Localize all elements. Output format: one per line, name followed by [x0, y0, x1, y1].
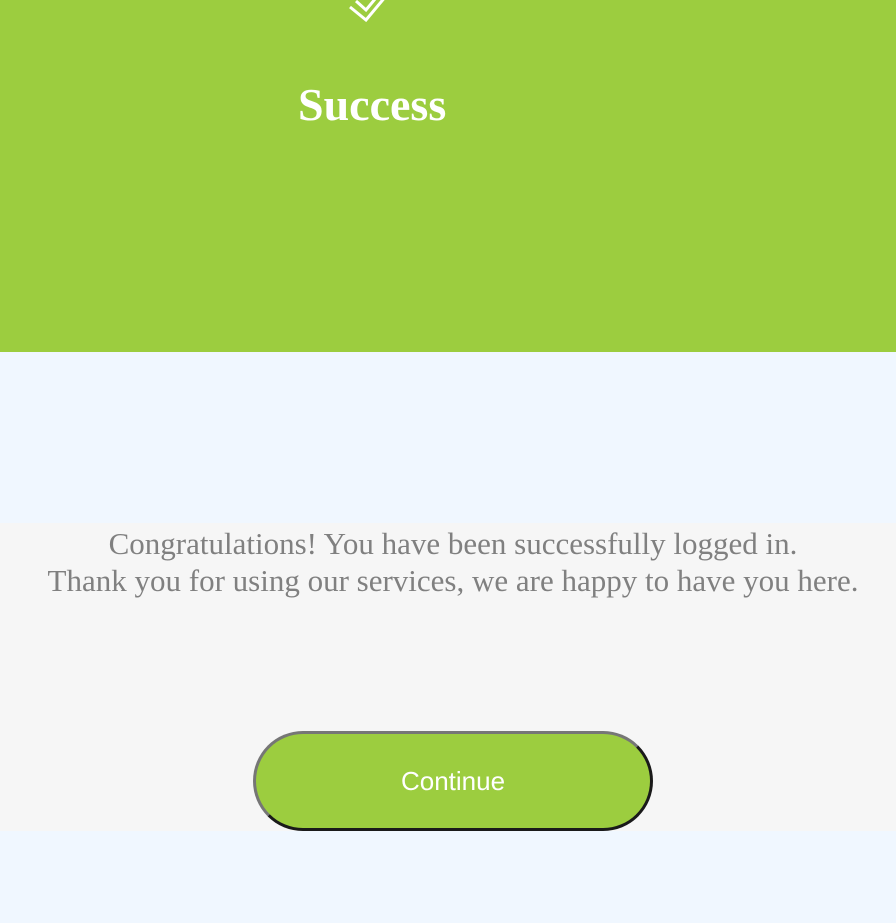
- double-check-icon: [349, 0, 385, 22]
- continue-button[interactable]: Continue: [253, 731, 653, 831]
- success-header: Success: [0, 0, 896, 352]
- message-line-2: Thank you for using our services, we are…: [47, 563, 859, 598]
- success-message: Congratulations! You have been successfu…: [0, 525, 896, 599]
- page-title: Success: [298, 79, 447, 130]
- message-line-1: Congratulations! You have been successfu…: [108, 526, 798, 561]
